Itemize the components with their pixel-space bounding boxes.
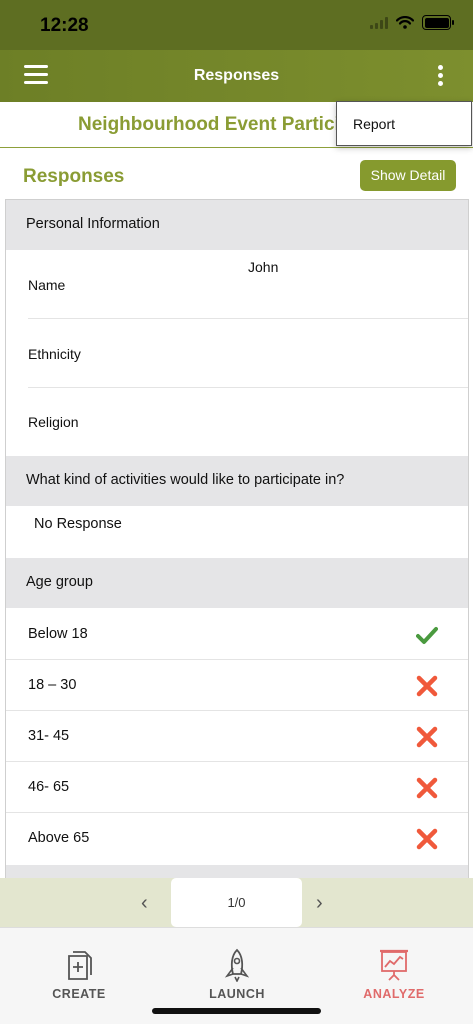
group-header-personal: Personal Information xyxy=(6,200,468,250)
page-indicator: 1/0 xyxy=(171,878,302,927)
option-row: Above 65 xyxy=(6,813,468,864)
tab-launch[interactable]: LAUNCH xyxy=(158,928,316,1008)
option-label: Below 18 xyxy=(28,626,88,642)
status-bar: 12:28 xyxy=(0,0,473,50)
group-header-age: Age group xyxy=(6,558,468,608)
field-label: Name xyxy=(28,277,66,293)
field-row-ethnicity: Ethnicity xyxy=(28,319,468,388)
signal-icon xyxy=(370,16,388,29)
tab-analyze[interactable]: ANALYZE xyxy=(315,928,473,1008)
cross-icon xyxy=(416,828,438,850)
more-options-icon[interactable] xyxy=(435,65,445,87)
group-header-next xyxy=(6,865,468,879)
option-label: Above 65 xyxy=(28,830,90,846)
tab-label: CREATE xyxy=(52,987,106,1001)
group-title: Age group xyxy=(26,574,93,590)
tab-label: ANALYZE xyxy=(363,987,425,1001)
tab-label: LAUNCH xyxy=(209,987,265,1001)
no-response-text: No Response xyxy=(34,516,122,532)
show-detail-button[interactable]: Show Detail xyxy=(360,160,456,191)
home-indicator xyxy=(152,1008,321,1014)
nav-title: Responses xyxy=(193,67,280,84)
group-title: Personal Information xyxy=(26,216,160,232)
tab-create[interactable]: CREATE xyxy=(0,928,158,1008)
group-title: What kind of activities would like to pa… xyxy=(26,472,345,488)
option-row: Below 18 xyxy=(6,609,468,660)
response-card: Personal Information Name John Ethnicity… xyxy=(5,199,469,879)
option-label: 46- 65 xyxy=(28,779,70,795)
cross-icon xyxy=(416,777,438,799)
field-label: Religion xyxy=(28,414,79,430)
field-value: John xyxy=(248,259,279,275)
battery-icon xyxy=(422,15,454,30)
group-header-activities: What kind of activities would like to pa… xyxy=(6,456,468,506)
wifi-icon xyxy=(396,16,414,29)
field-row-religion: Religion xyxy=(28,387,468,456)
option-row: 31- 45 xyxy=(6,711,468,762)
create-document-icon xyxy=(68,951,92,980)
section-title: Responses xyxy=(23,166,125,187)
presentation-chart-icon xyxy=(380,949,408,981)
checkmark-icon xyxy=(416,624,438,646)
chevron-left-icon[interactable]: ‹ xyxy=(141,892,148,915)
cross-icon xyxy=(416,726,438,748)
status-icons xyxy=(370,15,454,30)
field-label: Ethnicity xyxy=(28,346,81,362)
chevron-right-icon[interactable]: › xyxy=(316,892,323,915)
pager: ‹ 1/0 › xyxy=(0,878,473,927)
cross-icon xyxy=(416,675,438,697)
report-menu-item[interactable]: Report xyxy=(353,116,395,132)
option-label: 18 – 30 xyxy=(28,677,77,693)
rocket-icon xyxy=(224,948,250,982)
field-row-name: Name John xyxy=(28,250,468,319)
status-time: 12:28 xyxy=(40,15,89,36)
option-row: 18 – 30 xyxy=(6,660,468,711)
options-popup-menu: Report xyxy=(336,101,472,146)
option-row: 46- 65 xyxy=(6,762,468,813)
option-label: 31- 45 xyxy=(28,728,70,744)
nav-bar: Responses xyxy=(0,50,473,102)
